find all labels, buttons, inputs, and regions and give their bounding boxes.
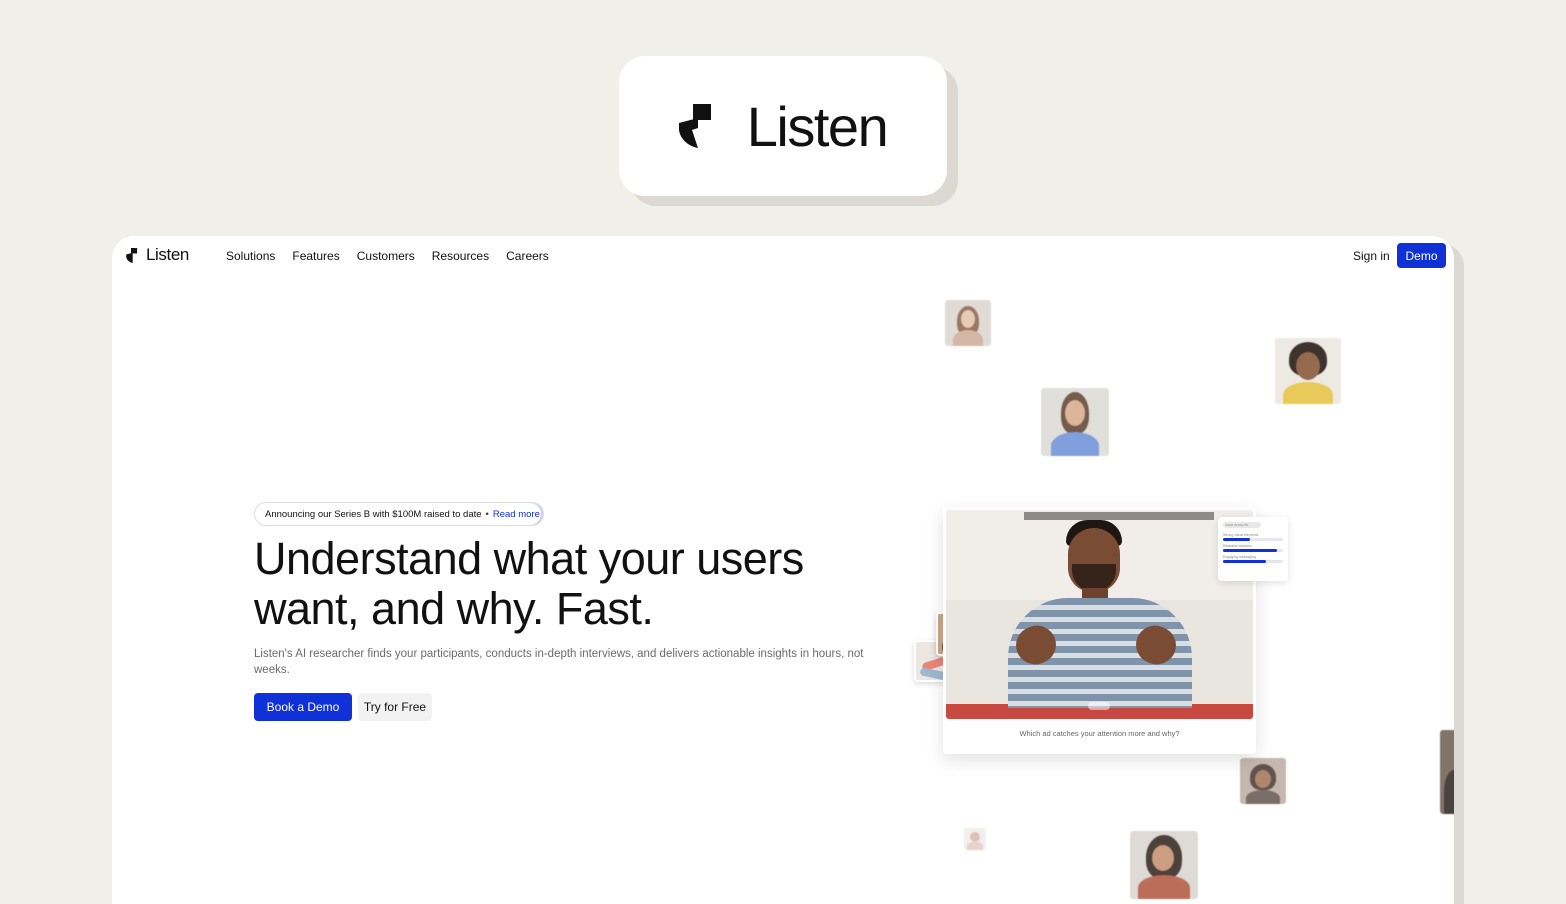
try-free-button[interactable]: Try for Free [358, 693, 432, 721]
participant-avatar [1240, 758, 1286, 804]
presentation-frame: Listen Listen Solutions Features Custome… [0, 0, 1566, 904]
insight-bar [1223, 549, 1283, 552]
nav-link-careers[interactable]: Careers [506, 249, 549, 263]
participant-avatar [964, 828, 986, 850]
participant-avatar [1440, 730, 1454, 814]
brand-logo-card: Listen [619, 56, 947, 196]
insight-bar [1223, 538, 1283, 541]
announcement-pill[interactable]: Announcing our Series B with $100M raise… [254, 502, 544, 526]
nav-logo[interactable]: Listen [126, 245, 189, 265]
interview-video-card[interactable]: Which ad catches your attention more and… [943, 507, 1256, 754]
listen-mark-icon [126, 247, 138, 263]
insights-tag: USER INSIGHTS [1223, 522, 1261, 528]
nav-link-customers[interactable]: Customers [357, 249, 415, 263]
sign-in-link[interactable]: Sign in [1353, 249, 1390, 263]
hero-headline: Understand what your users want, and why… [254, 534, 874, 634]
nav-link-resources[interactable]: Resources [432, 249, 489, 263]
top-nav: Listen Solutions Features Customers Reso… [112, 236, 1454, 276]
announcement-text: Announcing our Series B with $100M raise… [265, 508, 482, 520]
announcement-separator: • [485, 508, 489, 520]
insight-bar [1223, 560, 1283, 563]
participant-avatar [1041, 388, 1109, 456]
read-more-link[interactable]: Read more [493, 509, 540, 520]
demo-button[interactable]: Demo [1397, 243, 1446, 268]
insights-panel: USER INSIGHTS Strong visual elements Rel… [1218, 517, 1288, 581]
participant-avatar [1130, 831, 1198, 899]
website-window: Listen Solutions Features Customers Reso… [112, 236, 1454, 904]
headline-line-2: want, and why. Fast. [254, 583, 654, 634]
nav-links: Solutions Features Customers Resources C… [226, 249, 549, 263]
interview-question: Which ad catches your attention more and… [1019, 729, 1180, 738]
brand-wordmark: Listen [746, 94, 889, 158]
listen-mark-icon [678, 104, 711, 148]
book-demo-button[interactable]: Book a Demo [254, 693, 352, 721]
interview-video[interactable] [946, 510, 1253, 719]
hero-subtext: Listen's AI researcher finds your partic… [254, 648, 864, 676]
headline-line-1: Understand what your users [254, 533, 804, 584]
participant-avatar [1275, 338, 1341, 404]
nav-logo-text: Listen [146, 245, 189, 264]
nav-link-features[interactable]: Features [292, 249, 339, 263]
nav-link-solutions[interactable]: Solutions [226, 249, 275, 263]
participant-avatar [945, 300, 991, 346]
